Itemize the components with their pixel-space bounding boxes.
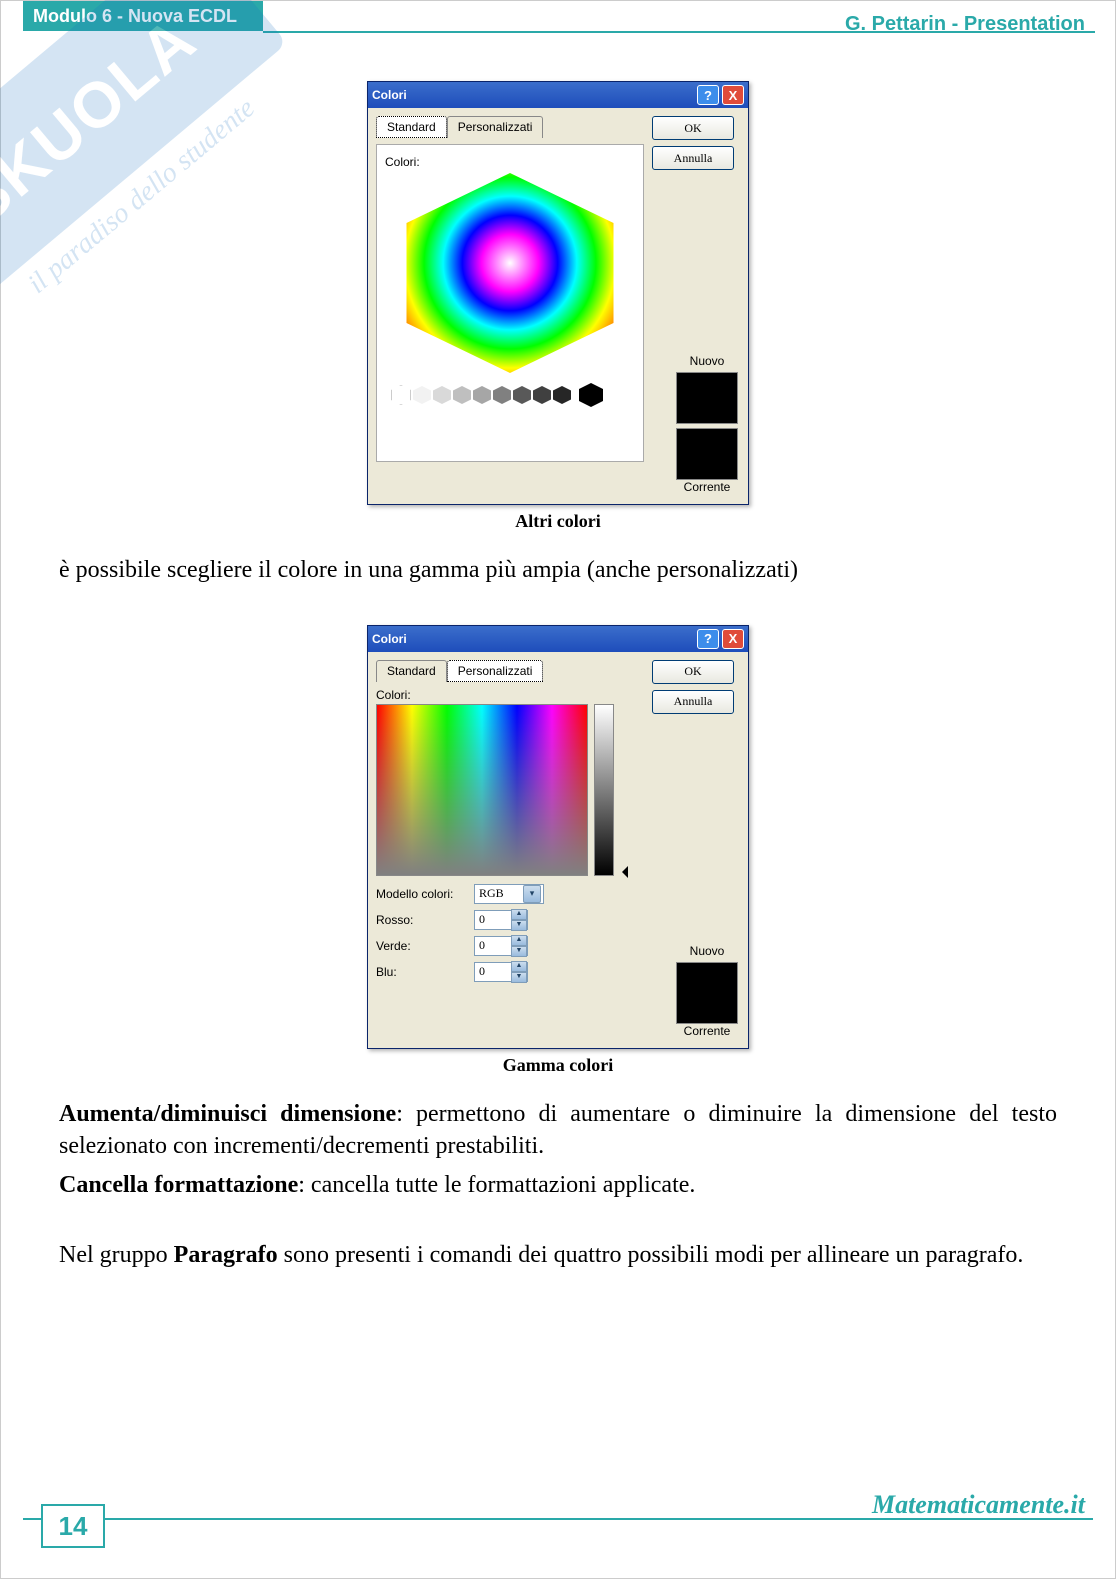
help-icon[interactable]: ? <box>697 629 719 649</box>
page-footer: Matematicamente.it 14 <box>1 1490 1115 1560</box>
current-color-swatch <box>676 428 738 480</box>
color-model-label: Modello colori: <box>376 887 468 901</box>
figure-caption-1: Altri colori <box>59 511 1057 532</box>
tab-custom[interactable]: Personalizzati <box>447 116 544 138</box>
gray-hex[interactable] <box>553 386 571 404</box>
titlebar[interactable]: Colori ? X <box>368 82 748 108</box>
colors-dialog-custom: Colori ? X Standard Personalizzati OK An… <box>367 625 749 1049</box>
cancel-button[interactable]: Annulla <box>652 690 734 714</box>
new-color-swatch <box>676 372 738 424</box>
cancel-button[interactable]: Annulla <box>652 146 734 170</box>
close-icon[interactable]: X <box>722 85 744 105</box>
help-icon[interactable]: ? <box>697 85 719 105</box>
blue-spinner[interactable]: 0 ▲▼ <box>474 962 528 982</box>
green-spinner[interactable]: 0 ▲▼ <box>474 936 528 956</box>
close-icon[interactable]: X <box>722 629 744 649</box>
green-label: Verde: <box>376 939 468 953</box>
tab-standard[interactable]: Standard <box>376 116 447 138</box>
new-color-label: Nuovo <box>676 944 738 958</box>
spin-down-icon[interactable]: ▼ <box>511 946 527 957</box>
footer-site: Matematicamente.it <box>872 1490 1085 1520</box>
green-value: 0 <box>479 938 485 953</box>
colors-label: Colori: <box>385 155 635 169</box>
titlebar[interactable]: Colori ? X <box>368 626 748 652</box>
module-tab: Modulo 6 - Nuova ECDL <box>23 1 263 31</box>
gray-hex[interactable] <box>473 386 491 404</box>
para-paragraph: Nel gruppo Paragrafo sono presenti i com… <box>59 1239 1057 1271</box>
spin-down-icon[interactable]: ▼ <box>511 920 527 931</box>
luminance-arrow-icon[interactable] <box>616 866 628 878</box>
selected-color-hex[interactable] <box>579 383 603 407</box>
page-header: Modulo 6 - Nuova ECDL G. Pettarin - Pres… <box>1 1 1115 51</box>
colors-dialog-standard: Colori ? X Standard Personalizzati OK An… <box>367 81 749 505</box>
spin-up-icon[interactable]: ▲ <box>511 961 527 972</box>
gray-hex[interactable] <box>391 385 411 405</box>
para-intro: è possibile scegliere il colore in una g… <box>59 554 1057 586</box>
colors-label: Colori: <box>376 688 636 702</box>
spin-up-icon[interactable]: ▲ <box>511 909 527 920</box>
color-model-value: RGB <box>479 886 504 901</box>
new-current-swatch <box>676 962 738 1024</box>
para-clear: Cancella formattazione: cancella tutte l… <box>59 1169 1057 1201</box>
gray-hex[interactable] <box>533 386 551 404</box>
tab-custom[interactable]: Personalizzati <box>447 660 544 682</box>
dialog-title: Colori <box>372 632 407 646</box>
chevron-down-icon[interactable]: ▾ <box>523 885 541 903</box>
author-label: G. Pettarin - Presentation <box>845 13 1085 36</box>
gray-hex[interactable] <box>513 386 531 404</box>
blue-value: 0 <box>479 964 485 979</box>
red-value: 0 <box>479 912 485 927</box>
red-label: Rosso: <box>376 913 468 927</box>
gray-hex[interactable] <box>453 386 471 404</box>
page-number: 14 <box>41 1504 105 1548</box>
luminance-slider[interactable] <box>594 704 614 876</box>
dialog-title: Colori <box>372 88 407 102</box>
new-color-label: Nuovo <box>676 354 738 368</box>
gray-hex[interactable] <box>413 386 431 404</box>
spin-up-icon[interactable]: ▲ <box>511 935 527 946</box>
gradient-color-picker[interactable] <box>376 704 588 876</box>
blue-label: Blu: <box>376 965 468 979</box>
tab-standard[interactable]: Standard <box>376 660 447 682</box>
ok-button[interactable]: OK <box>652 116 734 140</box>
gray-hex[interactable] <box>433 386 451 404</box>
figure-caption-2: Gamma colori <box>59 1055 1057 1076</box>
current-color-label: Corrente <box>676 1024 738 1038</box>
para-size: Aumenta/diminuisci dimensione: permetton… <box>59 1098 1057 1163</box>
gray-hex[interactable] <box>493 386 511 404</box>
grayscale-row[interactable] <box>391 383 635 407</box>
ok-button[interactable]: OK <box>652 660 734 684</box>
hexagon-color-picker[interactable] <box>395 173 625 373</box>
current-color-label: Corrente <box>676 480 738 494</box>
color-model-select[interactable]: RGB ▾ <box>474 884 544 904</box>
spin-down-icon[interactable]: ▼ <box>511 972 527 983</box>
red-spinner[interactable]: 0 ▲▼ <box>474 910 528 930</box>
footer-rule <box>23 1518 1093 1520</box>
